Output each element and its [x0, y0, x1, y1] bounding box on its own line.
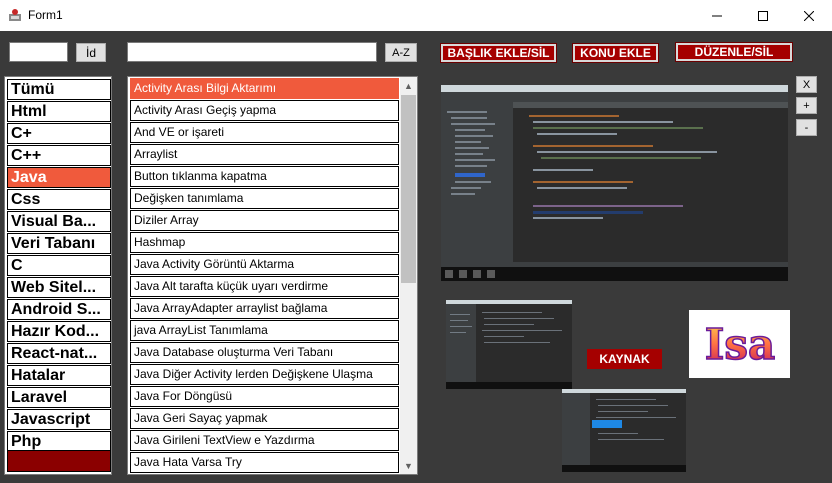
ide-screenshot-graphic — [441, 85, 788, 281]
thumbnail-image-2[interactable] — [562, 389, 686, 472]
id-button[interactable]: İd — [76, 43, 106, 62]
topic-item[interactable]: Java Activity Görüntü Aktarma — [130, 254, 399, 275]
category-item[interactable]: Html — [7, 101, 111, 122]
topic-item[interactable]: Java Hata Varsa Try — [130, 452, 399, 473]
scroll-down-icon[interactable]: ▼ — [400, 457, 417, 474]
category-item[interactable]: C+ — [7, 123, 111, 144]
topic-item[interactable]: Değişken tanımlama — [130, 188, 399, 209]
topic-item[interactable]: Arraylist — [130, 144, 399, 165]
topic-item[interactable]: Java For Döngüsü — [130, 386, 399, 407]
thumbnail-image-1[interactable] — [446, 300, 572, 389]
thumbnail-1-graphic — [446, 300, 572, 389]
close-button[interactable] — [786, 0, 832, 31]
maximize-button[interactable] — [740, 0, 786, 31]
zoom-out-button[interactable]: - — [796, 119, 817, 136]
scroll-up-icon[interactable]: ▲ — [400, 77, 417, 94]
topic-scrollbar[interactable]: ▲ ▼ — [400, 77, 417, 474]
id-input[interactable] — [9, 42, 68, 62]
window-title: Form1 — [28, 8, 63, 22]
topic-item[interactable]: Java ArrayAdapter arraylist bağlama — [130, 298, 399, 319]
category-item[interactable]: Css — [7, 189, 111, 210]
minimize-button[interactable] — [694, 0, 740, 31]
topic-item[interactable]: Hashmap — [130, 232, 399, 253]
scroll-thumb[interactable] — [401, 95, 416, 283]
category-item[interactable]: Laravel — [7, 387, 111, 408]
add-remove-title-button[interactable]: BAŞLIK EKLE/SİL — [441, 44, 556, 62]
form-client-area: İd A-Z BAŞLIK EKLE/SİL KONU EKLE DÜZENLE… — [0, 31, 832, 483]
topic-item[interactable]: java ArrayList Tanımlama — [130, 320, 399, 341]
isa-logo: Isa — [689, 310, 790, 378]
title-bar: Form1 — [0, 0, 832, 31]
topic-list[interactable]: Java Hata Varsa Try Java Girileni TextVie… — [127, 76, 418, 475]
topic-item[interactable]: Button tıklanma kapatma — [130, 166, 399, 187]
topic-item[interactable]: Activity Arası Bilgi Aktarımı — [130, 78, 399, 99]
topic-item[interactable]: Activity Arası Geçiş yapma — [130, 100, 399, 121]
close-icon — [804, 10, 814, 21]
sort-az-button[interactable]: A-Z — [385, 43, 417, 62]
category-item[interactable]: Hatalar — [7, 365, 111, 386]
category-empty-slot — [7, 450, 111, 472]
topic-item[interactable]: Java Diğer Activity lerden Değişkene Ula… — [130, 364, 399, 385]
logo-graphic: Isa — [703, 319, 775, 370]
category-item[interactable]: Web Sitel... — [7, 277, 111, 298]
category-item[interactable]: Android S... — [7, 299, 111, 320]
minimize-icon — [712, 15, 722, 16]
category-item[interactable]: Hazır Kod... — [7, 321, 111, 342]
category-item[interactable]: Veri Tabanı — [7, 233, 111, 254]
edit-delete-button[interactable]: DÜZENLE/SİL — [676, 43, 792, 61]
zoom-in-button[interactable]: + — [796, 97, 817, 114]
category-item[interactable]: C — [7, 255, 111, 276]
topic-item[interactable]: Java Girileni TextView e Yazdırma — [130, 430, 399, 451]
topic-item[interactable]: And VE or işareti — [130, 122, 399, 143]
category-item[interactable]: Javascript — [7, 409, 111, 430]
add-topic-button[interactable]: KONU EKLE — [573, 44, 658, 62]
category-item[interactable]: Java — [7, 167, 111, 188]
thumbnail-2-graphic — [562, 389, 686, 472]
topic-item[interactable]: Java Alt tarafta küçük uyarı verdirme — [130, 276, 399, 297]
topic-item[interactable]: Diziler Array — [130, 210, 399, 231]
category-item[interactable]: Tümü — [7, 79, 111, 100]
app-icon — [9, 9, 21, 21]
category-item[interactable]: C++ — [7, 145, 111, 166]
topic-item[interactable]: Java Database oluşturma Veri Tabanı — [130, 342, 399, 363]
category-item[interactable]: Visual Ba... — [7, 211, 111, 232]
category-item[interactable]: Php — [7, 431, 111, 452]
topic-item[interactable]: Java Geri Sayaç yapmak — [130, 408, 399, 429]
category-item[interactable]: React-nat... — [7, 343, 111, 364]
category-list[interactable]: Tümü Html C+ C++ Java Css Visual Ba... Veri Tab… — [4, 76, 112, 475]
source-button[interactable]: KAYNAK — [587, 349, 662, 369]
search-input[interactable] — [127, 42, 377, 62]
logo-text: Isa — [704, 320, 775, 369]
main-screenshot-image[interactable] — [441, 85, 788, 281]
close-image-button[interactable]: X — [796, 76, 817, 93]
maximize-icon — [758, 10, 768, 21]
